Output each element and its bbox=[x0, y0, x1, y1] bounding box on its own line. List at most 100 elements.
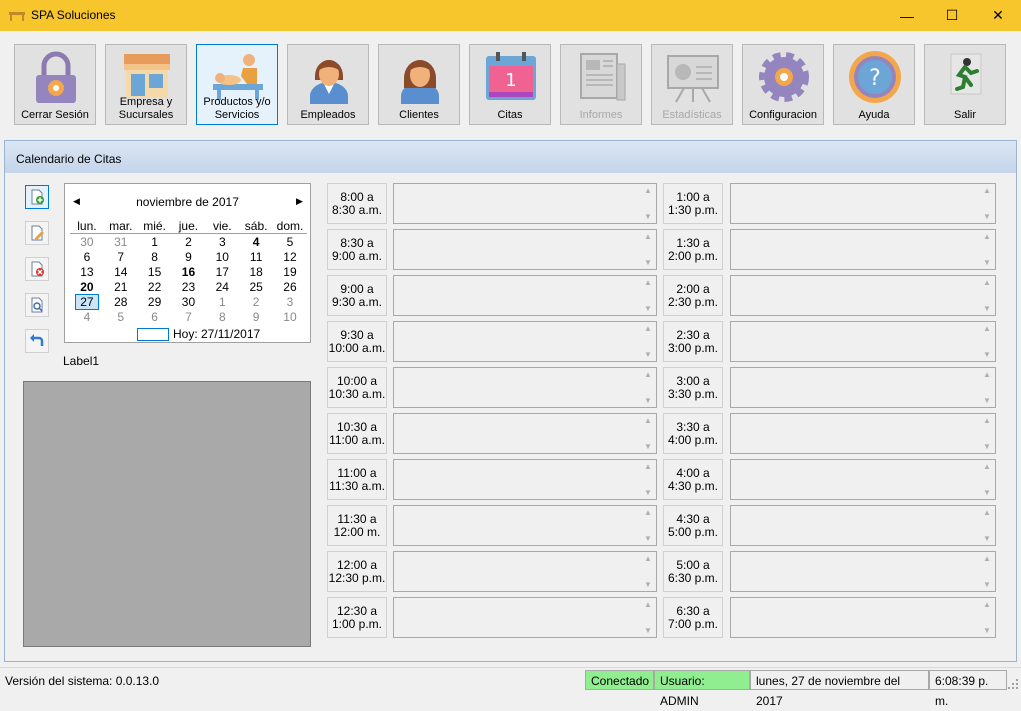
scroll-up-icon[interactable]: ▲ bbox=[983, 278, 991, 287]
scroll-up-icon[interactable]: ▲ bbox=[644, 508, 652, 517]
calendar-day[interactable]: 30 bbox=[70, 235, 104, 250]
calendar-day[interactable]: 9 bbox=[239, 310, 273, 325]
scrollbar[interactable]: ▲ ▼ bbox=[639, 460, 656, 499]
scroll-up-icon[interactable]: ▲ bbox=[644, 232, 652, 241]
calendar-day[interactable]: 19 bbox=[273, 265, 307, 280]
calendar-day[interactable]: 15 bbox=[138, 265, 172, 280]
appointment-textbox[interactable]: ▲ ▼ bbox=[393, 413, 657, 454]
calendar-day[interactable]: 22 bbox=[138, 280, 172, 295]
new-appointment-button[interactable] bbox=[25, 185, 49, 209]
scroll-up-icon[interactable]: ▲ bbox=[644, 554, 652, 563]
exit-button[interactable]: Salir bbox=[924, 44, 1006, 125]
scrollbar[interactable]: ▲ ▼ bbox=[978, 322, 995, 361]
scroll-up-icon[interactable]: ▲ bbox=[983, 186, 991, 195]
calendar-day[interactable]: 4 bbox=[239, 235, 273, 250]
scroll-down-icon[interactable]: ▼ bbox=[644, 258, 652, 267]
calendar-day[interactable]: 26 bbox=[273, 280, 307, 295]
calendar-day[interactable]: 29 bbox=[138, 295, 172, 310]
scrollbar[interactable]: ▲ ▼ bbox=[978, 506, 995, 545]
appointment-textbox[interactable]: ▲ ▼ bbox=[730, 275, 996, 316]
scroll-down-icon[interactable]: ▼ bbox=[644, 396, 652, 405]
scroll-down-icon[interactable]: ▼ bbox=[983, 626, 991, 635]
calendar-day[interactable]: 2 bbox=[239, 295, 273, 310]
calendar-day[interactable]: 10 bbox=[205, 250, 239, 265]
calendar-day[interactable]: 10 bbox=[273, 310, 307, 325]
calendar-day[interactable]: 12 bbox=[273, 250, 307, 265]
scroll-down-icon[interactable]: ▼ bbox=[983, 212, 991, 221]
scroll-down-icon[interactable]: ▼ bbox=[644, 488, 652, 497]
scroll-down-icon[interactable]: ▼ bbox=[644, 442, 652, 451]
scroll-down-icon[interactable]: ▼ bbox=[983, 534, 991, 543]
scroll-down-icon[interactable]: ▼ bbox=[644, 580, 652, 589]
scroll-down-icon[interactable]: ▼ bbox=[983, 258, 991, 267]
today-link[interactable]: Hoy: 27/11/2017 bbox=[173, 327, 260, 341]
appointment-textbox[interactable]: ▲ ▼ bbox=[393, 321, 657, 362]
scrollbar[interactable]: ▲ ▼ bbox=[639, 184, 656, 223]
scrollbar[interactable]: ▲ ▼ bbox=[639, 276, 656, 315]
calendar-day[interactable]: 3 bbox=[205, 235, 239, 250]
appointment-textbox[interactable]: ▲ ▼ bbox=[393, 183, 657, 224]
scrollbar[interactable]: ▲ ▼ bbox=[639, 322, 656, 361]
calendar-day[interactable]: 28 bbox=[104, 295, 138, 310]
scroll-down-icon[interactable]: ▼ bbox=[983, 488, 991, 497]
scroll-up-icon[interactable]: ▲ bbox=[983, 370, 991, 379]
calendar-day[interactable]: 8 bbox=[138, 250, 172, 265]
appointment-textbox[interactable]: ▲ ▼ bbox=[730, 505, 996, 546]
scroll-down-icon[interactable]: ▼ bbox=[644, 626, 652, 635]
calendar-day[interactable]: 16 bbox=[172, 265, 206, 280]
calendar-day[interactable]: 6 bbox=[70, 250, 104, 265]
scroll-up-icon[interactable]: ▲ bbox=[983, 600, 991, 609]
logout-button[interactable]: Cerrar Sesión bbox=[14, 44, 96, 125]
scrollbar[interactable]: ▲ ▼ bbox=[978, 552, 995, 591]
scroll-up-icon[interactable]: ▲ bbox=[644, 186, 652, 195]
scroll-up-icon[interactable]: ▲ bbox=[644, 278, 652, 287]
calendar-day[interactable]: 5 bbox=[104, 310, 138, 325]
company-branches-button[interactable]: Empresa y Sucursales bbox=[105, 44, 187, 125]
scroll-down-icon[interactable]: ▼ bbox=[983, 304, 991, 313]
calendar-day[interactable]: 8 bbox=[205, 310, 239, 325]
reports-button[interactable]: Informes bbox=[560, 44, 642, 125]
products-services-button[interactable]: Productos y/o Servicios bbox=[196, 44, 278, 125]
scroll-up-icon[interactable]: ▲ bbox=[644, 600, 652, 609]
scrollbar[interactable]: ▲ ▼ bbox=[978, 276, 995, 315]
calendar-day[interactable]: 23 bbox=[172, 280, 206, 295]
appointments-button[interactable]: 1 Citas bbox=[469, 44, 551, 125]
calendar-day[interactable]: 11 bbox=[239, 250, 273, 265]
minimize-button[interactable]: — bbox=[884, 0, 930, 31]
maximize-button[interactable]: ☐ bbox=[929, 0, 975, 31]
close-button[interactable]: ✕ bbox=[975, 0, 1021, 31]
employees-button[interactable]: Empleados bbox=[287, 44, 369, 125]
edit-appointment-button[interactable] bbox=[25, 221, 49, 245]
appointment-textbox[interactable]: ▲ ▼ bbox=[730, 321, 996, 362]
scrollbar[interactable]: ▲ ▼ bbox=[639, 598, 656, 637]
calendar-day[interactable]: 3 bbox=[273, 295, 307, 310]
scroll-down-icon[interactable]: ▼ bbox=[983, 442, 991, 451]
appointment-textbox[interactable]: ▲ ▼ bbox=[393, 459, 657, 500]
calendar-day[interactable]: 21 bbox=[104, 280, 138, 295]
appointment-textbox[interactable]: ▲ ▼ bbox=[393, 275, 657, 316]
scroll-up-icon[interactable]: ▲ bbox=[983, 416, 991, 425]
scroll-up-icon[interactable]: ▲ bbox=[644, 324, 652, 333]
scroll-down-icon[interactable]: ▼ bbox=[983, 396, 991, 405]
calendar-day[interactable]: 17 bbox=[205, 265, 239, 280]
scrollbar[interactable]: ▲ ▼ bbox=[978, 184, 995, 223]
scrollbar[interactable]: ▲ ▼ bbox=[639, 230, 656, 269]
scroll-down-icon[interactable]: ▼ bbox=[644, 212, 652, 221]
calendar-day[interactable]: 4 bbox=[70, 310, 104, 325]
scroll-up-icon[interactable]: ▲ bbox=[644, 462, 652, 471]
scrollbar[interactable]: ▲ ▼ bbox=[639, 368, 656, 407]
clients-button[interactable]: Clientes bbox=[378, 44, 460, 125]
scroll-up-icon[interactable]: ▲ bbox=[983, 462, 991, 471]
undo-button[interactable] bbox=[25, 329, 49, 353]
calendar-day[interactable]: 24 bbox=[205, 280, 239, 295]
scroll-up-icon[interactable]: ▲ bbox=[983, 232, 991, 241]
scroll-up-icon[interactable]: ▲ bbox=[644, 416, 652, 425]
appointment-textbox[interactable]: ▲ ▼ bbox=[393, 505, 657, 546]
scroll-up-icon[interactable]: ▲ bbox=[983, 324, 991, 333]
calendar-day[interactable]: 30 bbox=[172, 295, 206, 310]
scroll-down-icon[interactable]: ▼ bbox=[644, 304, 652, 313]
appointment-textbox[interactable]: ▲ ▼ bbox=[393, 551, 657, 592]
appointment-textbox[interactable]: ▲ ▼ bbox=[730, 367, 996, 408]
appointment-textbox[interactable]: ▲ ▼ bbox=[730, 229, 996, 270]
calendar-day[interactable]: 18 bbox=[239, 265, 273, 280]
